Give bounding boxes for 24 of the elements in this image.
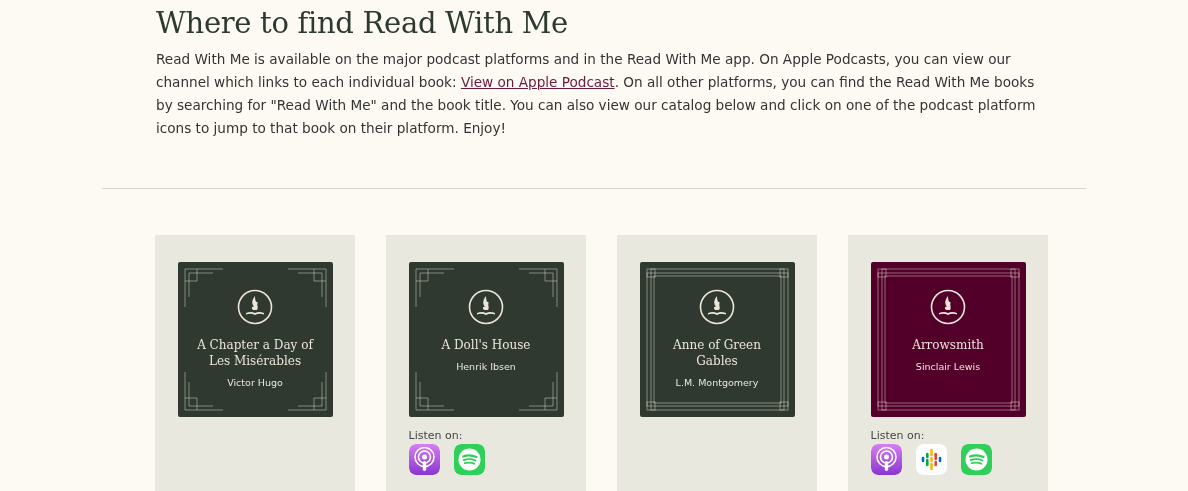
book-title: A Chapter a Day of Les Misérables xyxy=(196,337,314,369)
flame-book-logo xyxy=(237,289,273,325)
book-cover[interactable]: A Chapter a Day of Les Misérables Victor Hugo xyxy=(177,262,333,417)
apple-podcast-link[interactable]: View on Apple Podcast xyxy=(460,74,615,90)
flame-book-logo xyxy=(699,289,735,325)
book-cover[interactable]: Arrowsmith Sinclair Lewis xyxy=(870,262,1026,417)
book-author: L.M. Montgomery xyxy=(675,377,759,388)
book-author: Victor Hugo xyxy=(227,377,283,388)
book-title: Anne of Green Gables xyxy=(672,337,762,369)
listen-label: Listen on: xyxy=(870,429,926,442)
flame-book-logo xyxy=(930,289,966,325)
book-cover[interactable]: Anne of Green Gables L.M. Montgomery xyxy=(639,262,795,417)
flame-book-logo xyxy=(468,289,504,325)
book-cover[interactable]: A Doll's House Henrik Ibsen xyxy=(408,262,564,417)
podcast-app-button[interactable] xyxy=(408,444,440,475)
podcast-app-button[interactable] xyxy=(870,444,902,475)
listen-label: Listen on: xyxy=(408,429,464,442)
book-author: Sinclair Lewis xyxy=(915,361,981,372)
book-author: Henrik Ibsen xyxy=(456,361,516,372)
page-heading: Where to find Read With Me xyxy=(156,6,569,40)
book-title: Arrowsmith xyxy=(911,337,985,353)
book-title: A Doll's House xyxy=(440,337,532,353)
podcast-bars-button[interactable] xyxy=(915,444,947,475)
intro-paragraph: Read With Me is available on the major podcast platforms and in the Read With Me app. On Apple Podcasts, you can view our channel which links to each individual book: View on Apple Podcast. On all other platforms, you can find the Read With Me books by searching for "Read With Me" and the book title. You can also view our catalog below and click on one of the podcast platform icons to jump to that book on their platform. Enjoy! xyxy=(156,50,1037,138)
